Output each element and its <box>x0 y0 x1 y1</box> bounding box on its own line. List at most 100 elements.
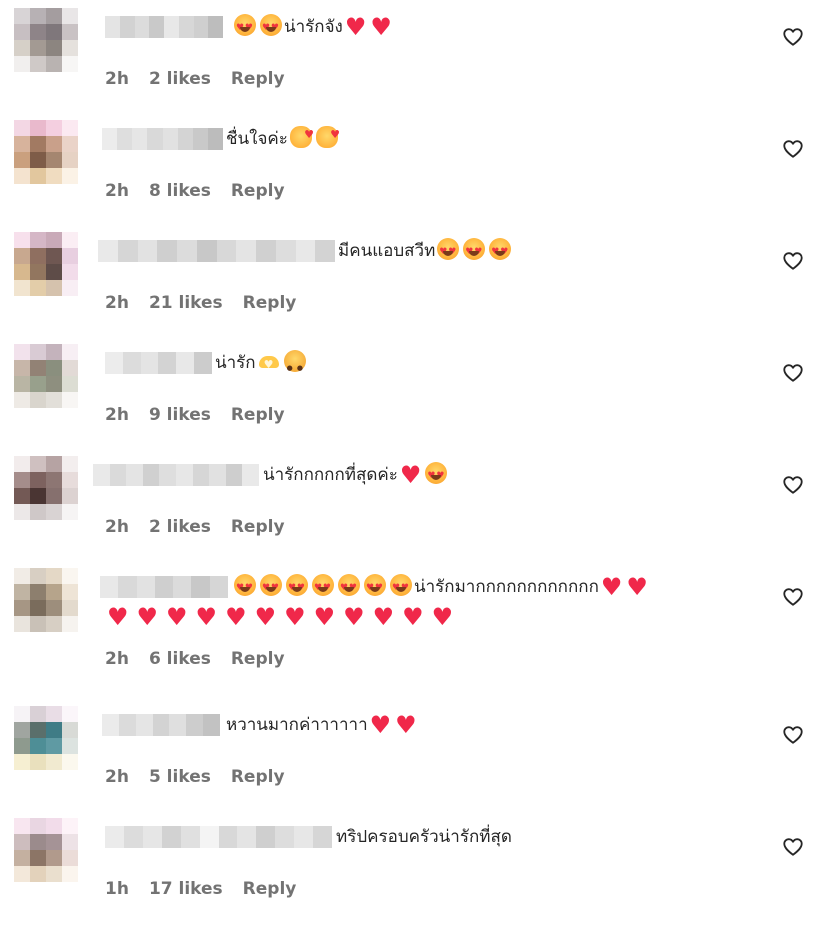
reply-button[interactable]: Reply <box>231 767 285 787</box>
comment-meta: 2h 2 likes Reply <box>105 516 305 538</box>
comment-item: ชื่นใจค่ะ 2h 8 likes Reply <box>0 120 820 230</box>
comment-text-body: น่ารักมากกกกกกกกกกกก <box>414 577 599 597</box>
reply-button[interactable]: Reply <box>243 293 297 313</box>
comment-meta: 2h 8 likes Reply <box>105 180 305 202</box>
avatar[interactable] <box>14 8 78 72</box>
likes-count[interactable]: 5 likes <box>149 767 211 787</box>
comment-item: น่ารัก 2h 9 likes Reply <box>0 344 820 454</box>
heart-eyes-emoji-icon <box>489 238 512 265</box>
avatar[interactable] <box>14 818 78 882</box>
heart-outline-icon <box>783 140 803 158</box>
heart-eyes-emoji-icon <box>437 238 460 265</box>
heart-emoji-icon: ♥ <box>313 603 336 631</box>
comment-text: มีคนแอบสวีท <box>338 238 513 265</box>
comment-item: น่ารักจัง♥♥2h2 likesReply <box>0 8 820 118</box>
reply-button[interactable]: Reply <box>243 879 297 899</box>
heart-eyes-emoji-icon <box>260 14 282 41</box>
comment-time: 2h <box>105 767 129 787</box>
username-blurred[interactable] <box>105 352 212 374</box>
avatar[interactable] <box>14 568 78 632</box>
heart-emoji-icon: ♥ <box>369 711 392 739</box>
comment-text-body: มีคนแอบสวีท <box>338 241 436 261</box>
likes-count[interactable]: 9 likes <box>149 405 211 425</box>
comment-text-body: ชื่นใจค่ะ <box>226 129 288 149</box>
like-button[interactable] <box>780 24 806 50</box>
reply-button[interactable]: Reply <box>231 69 285 89</box>
heart-emoji-icon: ♥ <box>370 13 392 41</box>
hug-emoji-icon <box>315 122 340 148</box>
heart-outline-icon <box>783 726 803 744</box>
heart-emoji-icon: ♥ <box>107 603 129 631</box>
heart-outline-icon <box>783 476 803 494</box>
comment-meta: 2h 6 likes Reply <box>105 648 305 670</box>
reply-button[interactable]: Reply <box>231 405 285 425</box>
likes-count[interactable]: 2 likes <box>149 69 211 89</box>
heart-eyes-emoji-icon <box>312 574 334 601</box>
heart-eyes-emoji-icon <box>234 574 256 601</box>
heart-emoji-icon: ♥ <box>254 603 277 631</box>
heart-emoji-icon: ♥ <box>402 603 424 631</box>
username-blurred[interactable] <box>100 576 228 598</box>
likes-count[interactable]: 8 likes <box>149 181 211 201</box>
avatar[interactable] <box>14 120 78 184</box>
heart-emoji-icon: ♥ <box>626 573 648 601</box>
comment-text: น่ารักกกกกที่สุดค่ะ♥ <box>263 462 449 489</box>
heart-eyes-emoji-icon <box>364 574 386 601</box>
like-button[interactable] <box>780 584 806 610</box>
reply-button[interactable]: Reply <box>231 649 285 669</box>
pleading-emoji-icon <box>283 350 306 381</box>
heart-emoji-icon: ♥ <box>344 13 367 41</box>
likes-count[interactable]: 21 likes <box>149 293 223 313</box>
avatar[interactable] <box>14 706 78 770</box>
comment-text-line2: ♥ ♥ ♥ ♥ ♥ ♥ ♥ ♥ ♥ ♥ ♥ ♥ <box>105 604 459 630</box>
username-blurred[interactable] <box>102 128 223 150</box>
comment-time: 2h <box>105 181 129 201</box>
comment-text-body: น่ารักกกกกที่สุดค่ะ <box>263 465 398 485</box>
comment-text: น่ารักมากกกกกกกกกกกก♥♥ <box>232 573 650 601</box>
heart-outline-icon <box>783 588 803 606</box>
heart-emoji-icon: ♥ <box>284 603 306 631</box>
comment-meta: 2h 21 likes Reply <box>105 292 316 314</box>
comment-meta: 2h 9 likes Reply <box>105 404 305 426</box>
comment-meta: 1h 17 likes Reply <box>105 878 316 900</box>
hug-emoji-icon <box>289 122 314 148</box>
avatar[interactable] <box>14 232 78 296</box>
comment-time: 1h <box>105 879 129 899</box>
comment-text-body: หวานมากค่าาาาาา <box>226 715 368 735</box>
like-button[interactable] <box>780 248 806 274</box>
heart-outline-icon <box>783 28 803 46</box>
like-button[interactable] <box>780 360 806 386</box>
likes-count[interactable]: 6 likes <box>149 649 211 669</box>
comment-meta: 2h 2 likes Reply <box>105 68 305 90</box>
like-button[interactable] <box>780 722 806 748</box>
heart-eyes-emoji-icon <box>234 14 256 41</box>
like-button[interactable] <box>780 472 806 498</box>
username-blurred[interactable] <box>105 826 333 848</box>
comment-text: น่ารัก <box>215 350 308 381</box>
avatar[interactable] <box>14 456 78 520</box>
reply-button[interactable]: Reply <box>231 517 285 537</box>
heart-eyes-emoji-icon <box>425 462 448 489</box>
heart-eyes-emoji-icon <box>260 574 282 601</box>
heart-outline-icon <box>783 252 803 270</box>
heart-emoji-icon: ♥ <box>225 603 247 631</box>
heart-emoji-icon: ♥ <box>600 573 623 601</box>
heart-eyes-emoji-icon <box>286 574 308 601</box>
username-blurred[interactable] <box>105 16 223 38</box>
heart-emoji-icon: ♥ <box>195 603 218 631</box>
comment-time: 2h <box>105 293 129 313</box>
like-button[interactable] <box>780 136 806 162</box>
like-button[interactable] <box>780 834 806 860</box>
comment-text: ชื่นใจค่ะ <box>226 122 340 152</box>
heart-outline-icon <box>783 838 803 856</box>
comment-text: หวานมากค่าาาาาา♥ ♥ <box>226 712 419 738</box>
heart-eyes-emoji-icon <box>338 574 360 601</box>
username-blurred[interactable] <box>93 464 259 486</box>
reply-button[interactable]: Reply <box>231 181 285 201</box>
comment-time: 2h <box>105 649 129 669</box>
username-blurred[interactable] <box>102 714 221 736</box>
username-blurred[interactable] <box>98 240 335 262</box>
likes-count[interactable]: 17 likes <box>149 879 223 899</box>
likes-count[interactable]: 2 likes <box>149 517 211 537</box>
avatar[interactable] <box>14 344 78 408</box>
